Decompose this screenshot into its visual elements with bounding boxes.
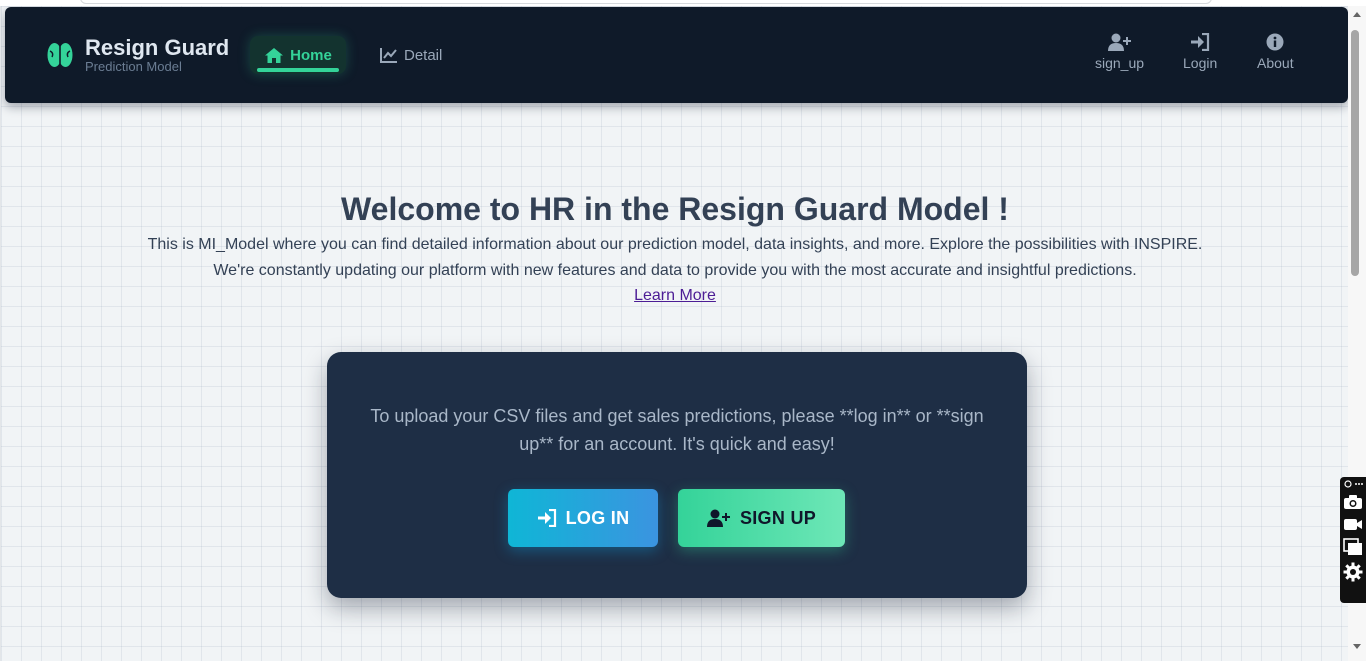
- brain-icon: [47, 43, 73, 67]
- user-plus-icon: [1107, 33, 1131, 51]
- brand[interactable]: Resign Guard Prediction Model: [45, 35, 229, 75]
- nav-login-label: Login: [1183, 55, 1218, 71]
- page-title: Welcome to HR in the Resign Guard Model …: [341, 191, 1009, 227]
- home-icon: [265, 47, 284, 63]
- camera-icon[interactable]: [1343, 494, 1363, 510]
- nav-about-label: About: [1257, 55, 1294, 71]
- login-button[interactable]: LOG IN: [508, 489, 658, 547]
- nav-signup-label: sign_up: [1095, 55, 1145, 71]
- signup-button-label: SIGN UP: [739, 507, 817, 528]
- nav-detail-label: Detail: [404, 46, 443, 64]
- brand-subtitle: Prediction Model: [85, 59, 182, 74]
- login-button-label: LOG IN: [565, 507, 630, 528]
- chart-line-icon: [380, 48, 397, 63]
- hero-section: Welcome to HR in the Resign Guard Model …: [1, 186, 1349, 308]
- nav-signup-link[interactable]: sign_up: [1095, 33, 1144, 79]
- scroll-up-arrow[interactable]: [1353, 12, 1361, 17]
- brand-text: Resign Guard Prediction Model: [85, 36, 229, 74]
- screenshot-icon[interactable]: [1343, 480, 1363, 488]
- hero-description-2: We're constantly updating our platform w…: [213, 262, 1137, 279]
- video-icon[interactable]: [1343, 516, 1363, 532]
- address-bar-edge: [80, 0, 1212, 4]
- windows-icon[interactable]: [1343, 538, 1363, 556]
- signup-button[interactable]: SIGN UP: [678, 489, 845, 547]
- auth-prompt-message: To upload your CSV files and get sales p…: [370, 406, 984, 454]
- nav-home-link[interactable]: Home: [250, 36, 346, 74]
- gear-icon[interactable]: [1343, 562, 1363, 582]
- sign-in-icon: [1191, 33, 1210, 51]
- info-icon: [1266, 33, 1284, 51]
- sign-in-icon: [537, 509, 556, 527]
- brand-name: Resign Guard: [85, 35, 230, 60]
- nav-login-link[interactable]: Login: [1183, 33, 1217, 79]
- auth-prompt-card: To upload your CSV files and get sales p…: [327, 352, 1027, 598]
- user-plus-icon: [706, 509, 730, 527]
- active-indicator: [257, 68, 339, 72]
- nav-about-link[interactable]: About: [1257, 33, 1294, 79]
- learn-more-link[interactable]: Learn More: [634, 287, 716, 304]
- page-viewport: Resign Guard Prediction Model Home Detai…: [0, 6, 1349, 661]
- nav-detail-link[interactable]: Detail: [380, 44, 442, 66]
- screen-tool-dock: [1340, 477, 1366, 603]
- nav-home-label: Home: [290, 46, 332, 64]
- navbar: Resign Guard Prediction Model Home Detai…: [5, 7, 1348, 103]
- hero-description-1: This is MI_Model where you can find deta…: [147, 236, 1203, 253]
- scroll-down-arrow[interactable]: [1353, 644, 1361, 649]
- scrollbar-thumb[interactable]: [1351, 30, 1359, 276]
